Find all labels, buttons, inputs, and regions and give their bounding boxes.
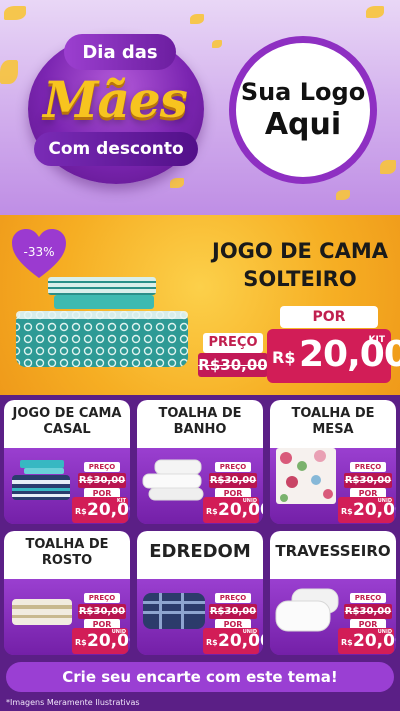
product-card-edredom[interactable]: EDREDOM PREÇO R$30,00 POR R$ 20,00 UNID [137, 531, 263, 655]
product-card-casal[interactable]: JOGO DE CAMA CASAL PREÇO R$30,00 POR R$ … [4, 400, 130, 524]
unit-label: UNID [377, 629, 392, 635]
featured-por-label: POR [280, 306, 378, 328]
discount-label: -33% [23, 245, 55, 259]
product-card-toalha-rosto[interactable]: TOALHA DE ROSTO PREÇO R$30,00 POR R$ 20,… [4, 531, 130, 655]
new-price: R$ 20,00 UNID [338, 628, 396, 654]
featured-price-label: PREÇO [203, 333, 263, 353]
logo-line1: Sua Logo [240, 78, 366, 106]
comforter-image [143, 593, 205, 629]
header-banner: Dia das Mães Com desconto Sua Logo Aqui [0, 0, 400, 215]
product-name-line1: JOGO DE CAMA [12, 406, 122, 421]
featured-title: JOGO DE CAMA SOLTEIRO [205, 237, 395, 293]
new-price: R$ 20,00 UNID [72, 628, 130, 654]
bedding-set-image [16, 277, 188, 367]
product-card-toalha-mesa[interactable]: TOALHA DE MESA PREÇO R$30,00 POR R$ 20,0… [270, 400, 396, 524]
price-label: PREÇO [350, 593, 386, 603]
petal-decoration [336, 190, 350, 200]
logo-placeholder[interactable]: Sua Logo Aqui [229, 36, 377, 184]
flyer-page: Dia das Mães Com desconto Sua Logo Aqui … [0, 0, 400, 711]
bedding-casal-image [12, 460, 70, 500]
tablecloth-image [276, 448, 336, 504]
product-name-line2: MESA [312, 422, 354, 437]
currency: R$ [206, 507, 218, 516]
featured-old-price: R$30,00 [198, 353, 268, 377]
price-label: PREÇO [215, 462, 251, 472]
new-price: R$ 20,00 UNID [203, 497, 263, 523]
old-price: R$30,00 [344, 473, 392, 488]
featured-title-line1: JOGO DE CAMA [212, 239, 388, 263]
face-towel-image [12, 599, 72, 625]
currency: R$ [206, 638, 218, 647]
petal-decoration [380, 160, 396, 174]
currency: R$ [75, 507, 87, 516]
unit-label: KIT [368, 335, 385, 345]
currency: R$ [272, 348, 296, 367]
featured-new-price: R$ 20,00 KIT [267, 329, 400, 383]
product-name-line2: CASAL [43, 422, 91, 437]
petal-decoration [366, 6, 384, 18]
old-price: R$30,00 [209, 473, 257, 488]
product-name-line1: TOALHA DE [158, 406, 242, 421]
currency: R$ [341, 638, 353, 647]
featured-product[interactable]: -33% JOGO DE CAMA SOLTEIRO PREÇO R$30,00… [0, 215, 400, 395]
badge-line3: Com desconto [34, 132, 198, 166]
petal-decoration [4, 6, 26, 20]
new-price: R$ 20,00 UNID [338, 497, 396, 523]
new-price: R$ 20,00 UNID [203, 628, 263, 654]
badge-line1: Dia das [64, 34, 176, 70]
unit-label: UNID [242, 629, 257, 635]
pillow-image [275, 588, 339, 632]
old-price: R$30,00 [209, 604, 257, 619]
old-price: R$30,00 [78, 473, 126, 488]
badge-line2: Mães [43, 70, 188, 129]
featured-title-line2: SOLTEIRO [243, 267, 357, 291]
mothers-day-badge: Dia das Mães Com desconto [10, 24, 220, 194]
product-name-line1: TRAVESSEIRO [275, 542, 391, 560]
petal-decoration [190, 14, 204, 24]
old-price: R$30,00 [78, 604, 126, 619]
currency: R$ [75, 638, 87, 647]
bath-towel-image [142, 459, 204, 501]
product-name-line1: TOALHA DE [291, 406, 375, 421]
product-name-line2: BANHO [173, 422, 227, 437]
unit-label: UNID [242, 498, 257, 504]
price-label: PREÇO [84, 462, 120, 472]
create-flyer-button[interactable]: Crie seu encarte com este tema! [6, 662, 394, 692]
footnote: *Imagens Meramente Ilustrativas [6, 698, 140, 707]
product-name-line1: EDREDOM [149, 541, 251, 562]
price-label: PREÇO [215, 593, 251, 603]
price-label: PREÇO [350, 462, 386, 472]
logo-line2: Aqui [264, 107, 342, 142]
unit-label: UNID [111, 629, 126, 635]
product-card-travesseiro[interactable]: TRAVESSEIRO PREÇO R$30,00 POR R$ 20,00 U… [270, 531, 396, 655]
old-price: R$30,00 [344, 604, 392, 619]
unit-label: UNID [377, 498, 392, 504]
product-name-line2: ROSTO [41, 553, 93, 568]
currency: R$ [341, 507, 353, 516]
price-label: PREÇO [84, 593, 120, 603]
product-card-toalha-banho[interactable]: TOALHA DE BANHO PREÇO R$30,00 POR R$ 20,… [137, 400, 263, 524]
unit-label: KIT [116, 498, 126, 504]
product-name-line1: TOALHA DE [25, 537, 109, 552]
new-price: R$ 20,00 KIT [72, 497, 130, 523]
